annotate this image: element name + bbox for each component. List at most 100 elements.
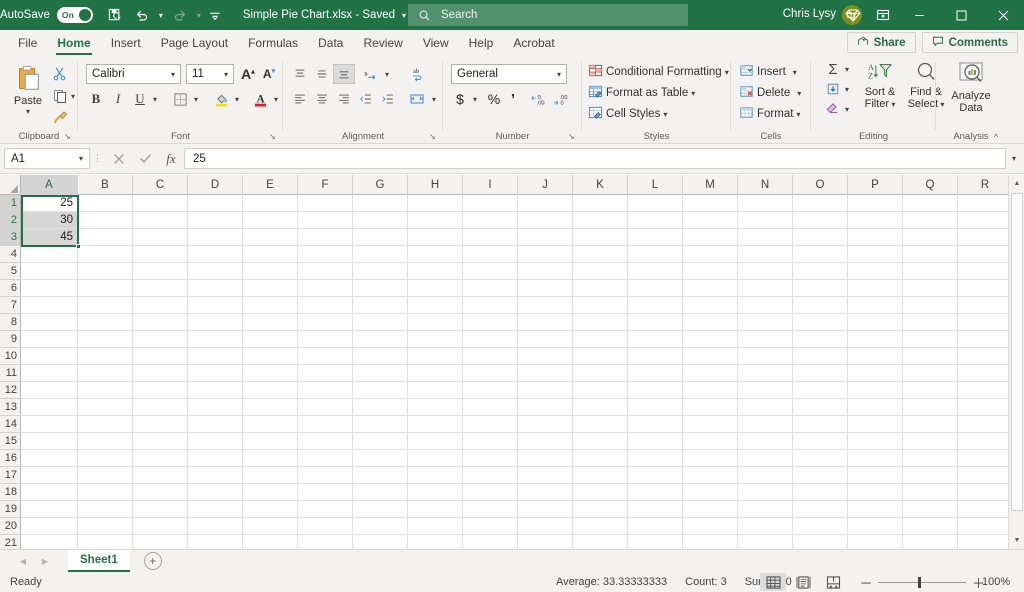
copy-icon[interactable] [50, 86, 70, 106]
cell-Q2[interactable] [903, 212, 958, 229]
cell-L1[interactable] [628, 195, 683, 212]
cell-O3[interactable] [793, 229, 848, 246]
cell-J18[interactable] [518, 484, 573, 501]
row-header-7[interactable]: 7 [0, 297, 21, 314]
row-header-12[interactable]: 12 [0, 382, 21, 399]
cell-C18[interactable] [133, 484, 188, 501]
zoom-out-button[interactable]: ─ [860, 575, 872, 590]
cell-G7[interactable] [353, 297, 408, 314]
cell-N3[interactable] [738, 229, 793, 246]
cell-B12[interactable] [78, 382, 133, 399]
cell-R20[interactable] [958, 518, 1013, 535]
autosum-dropdown-icon[interactable]: ▾ [841, 60, 853, 78]
cell-L17[interactable] [628, 467, 683, 484]
cell-M4[interactable] [683, 246, 738, 263]
zoom-level-label[interactable]: 100% [982, 576, 1010, 588]
cell-E11[interactable] [243, 365, 298, 382]
cell-H7[interactable] [408, 297, 463, 314]
cell-H16[interactable] [408, 450, 463, 467]
increase-indent-icon[interactable] [377, 89, 399, 109]
cell-M5[interactable] [683, 263, 738, 280]
cell-A5[interactable] [21, 263, 78, 280]
minimize-button[interactable] [898, 0, 940, 30]
cell-H10[interactable] [408, 348, 463, 365]
cell-D14[interactable] [188, 416, 243, 433]
column-header-H[interactable]: H [408, 175, 463, 195]
cell-L11[interactable] [628, 365, 683, 382]
cell-G5[interactable] [353, 263, 408, 280]
cell-C9[interactable] [133, 331, 188, 348]
cell-G11[interactable] [353, 365, 408, 382]
cell-O20[interactable] [793, 518, 848, 535]
cell-D10[interactable] [188, 348, 243, 365]
cell-R6[interactable] [958, 280, 1013, 297]
decrease-indent-icon[interactable] [355, 89, 377, 109]
cell-M17[interactable] [683, 467, 738, 484]
analyze-data-button[interactable]: Analyze Data [947, 61, 995, 114]
cell-R14[interactable] [958, 416, 1013, 433]
cell-I5[interactable] [463, 263, 518, 280]
cell-F6[interactable] [298, 280, 353, 297]
cell-C5[interactable] [133, 263, 188, 280]
comments-button[interactable]: Comments [921, 32, 1018, 53]
cell-D5[interactable] [188, 263, 243, 280]
paste-dropdown-icon[interactable]: ▾ [26, 107, 30, 116]
cell-D3[interactable] [188, 229, 243, 246]
page-break-preview-icon[interactable] [820, 573, 846, 591]
clipboard-dialog-launcher[interactable]: ↘ [64, 132, 74, 142]
cell-A7[interactable] [21, 297, 78, 314]
clear-dropdown-icon[interactable]: ▾ [841, 100, 853, 118]
cell-C17[interactable] [133, 467, 188, 484]
column-header-F[interactable]: F [298, 175, 353, 195]
cell-G18[interactable] [353, 484, 408, 501]
cell-E17[interactable] [243, 467, 298, 484]
cell-B9[interactable] [78, 331, 133, 348]
cell-P6[interactable] [848, 280, 903, 297]
column-header-N[interactable]: N [738, 175, 793, 195]
font-color-dropdown-icon[interactable]: ▾ [270, 89, 282, 109]
increase-decimal-icon[interactable]: 0.00 [528, 89, 550, 109]
cell-F11[interactable] [298, 365, 353, 382]
cell-N2[interactable] [738, 212, 793, 229]
document-title-caret[interactable]: ▾ [402, 11, 406, 20]
italic-button[interactable]: I [109, 89, 127, 109]
cell-B11[interactable] [78, 365, 133, 382]
cell-R10[interactable] [958, 348, 1013, 365]
font-dialog-launcher[interactable]: ↘ [269, 132, 279, 142]
cell-D6[interactable] [188, 280, 243, 297]
cell-B16[interactable] [78, 450, 133, 467]
expand-formula-bar-icon[interactable]: ▾ [1006, 148, 1022, 170]
cell-J5[interactable] [518, 263, 573, 280]
cell-J15[interactable] [518, 433, 573, 450]
cell-styles-button[interactable]: Cell Styles ▾ [588, 104, 667, 124]
status-count[interactable]: Count: 3 [685, 576, 727, 588]
cell-E3[interactable] [243, 229, 298, 246]
cell-K19[interactable] [573, 501, 628, 518]
cell-N5[interactable] [738, 263, 793, 280]
cell-O15[interactable] [793, 433, 848, 450]
cell-I17[interactable] [463, 467, 518, 484]
cell-R7[interactable] [958, 297, 1013, 314]
cell-G19[interactable] [353, 501, 408, 518]
cell-A14[interactable] [21, 416, 78, 433]
cell-P3[interactable] [848, 229, 903, 246]
autosave-toggle[interactable]: On [56, 7, 93, 23]
fill-color-icon[interactable] [211, 89, 231, 109]
cell-H3[interactable] [408, 229, 463, 246]
cell-O19[interactable] [793, 501, 848, 518]
cell-M10[interactable] [683, 348, 738, 365]
cell-D16[interactable] [188, 450, 243, 467]
cell-P10[interactable] [848, 348, 903, 365]
cell-H17[interactable] [408, 467, 463, 484]
cell-G17[interactable] [353, 467, 408, 484]
font-size-combobox[interactable]: 11 ▾ [186, 64, 234, 84]
cell-O12[interactable] [793, 382, 848, 399]
cell-L4[interactable] [628, 246, 683, 263]
cell-Q14[interactable] [903, 416, 958, 433]
cell-F9[interactable] [298, 331, 353, 348]
maximize-button[interactable] [940, 0, 982, 30]
cell-H12[interactable] [408, 382, 463, 399]
cell-C11[interactable] [133, 365, 188, 382]
cell-J11[interactable] [518, 365, 573, 382]
cell-L12[interactable] [628, 382, 683, 399]
